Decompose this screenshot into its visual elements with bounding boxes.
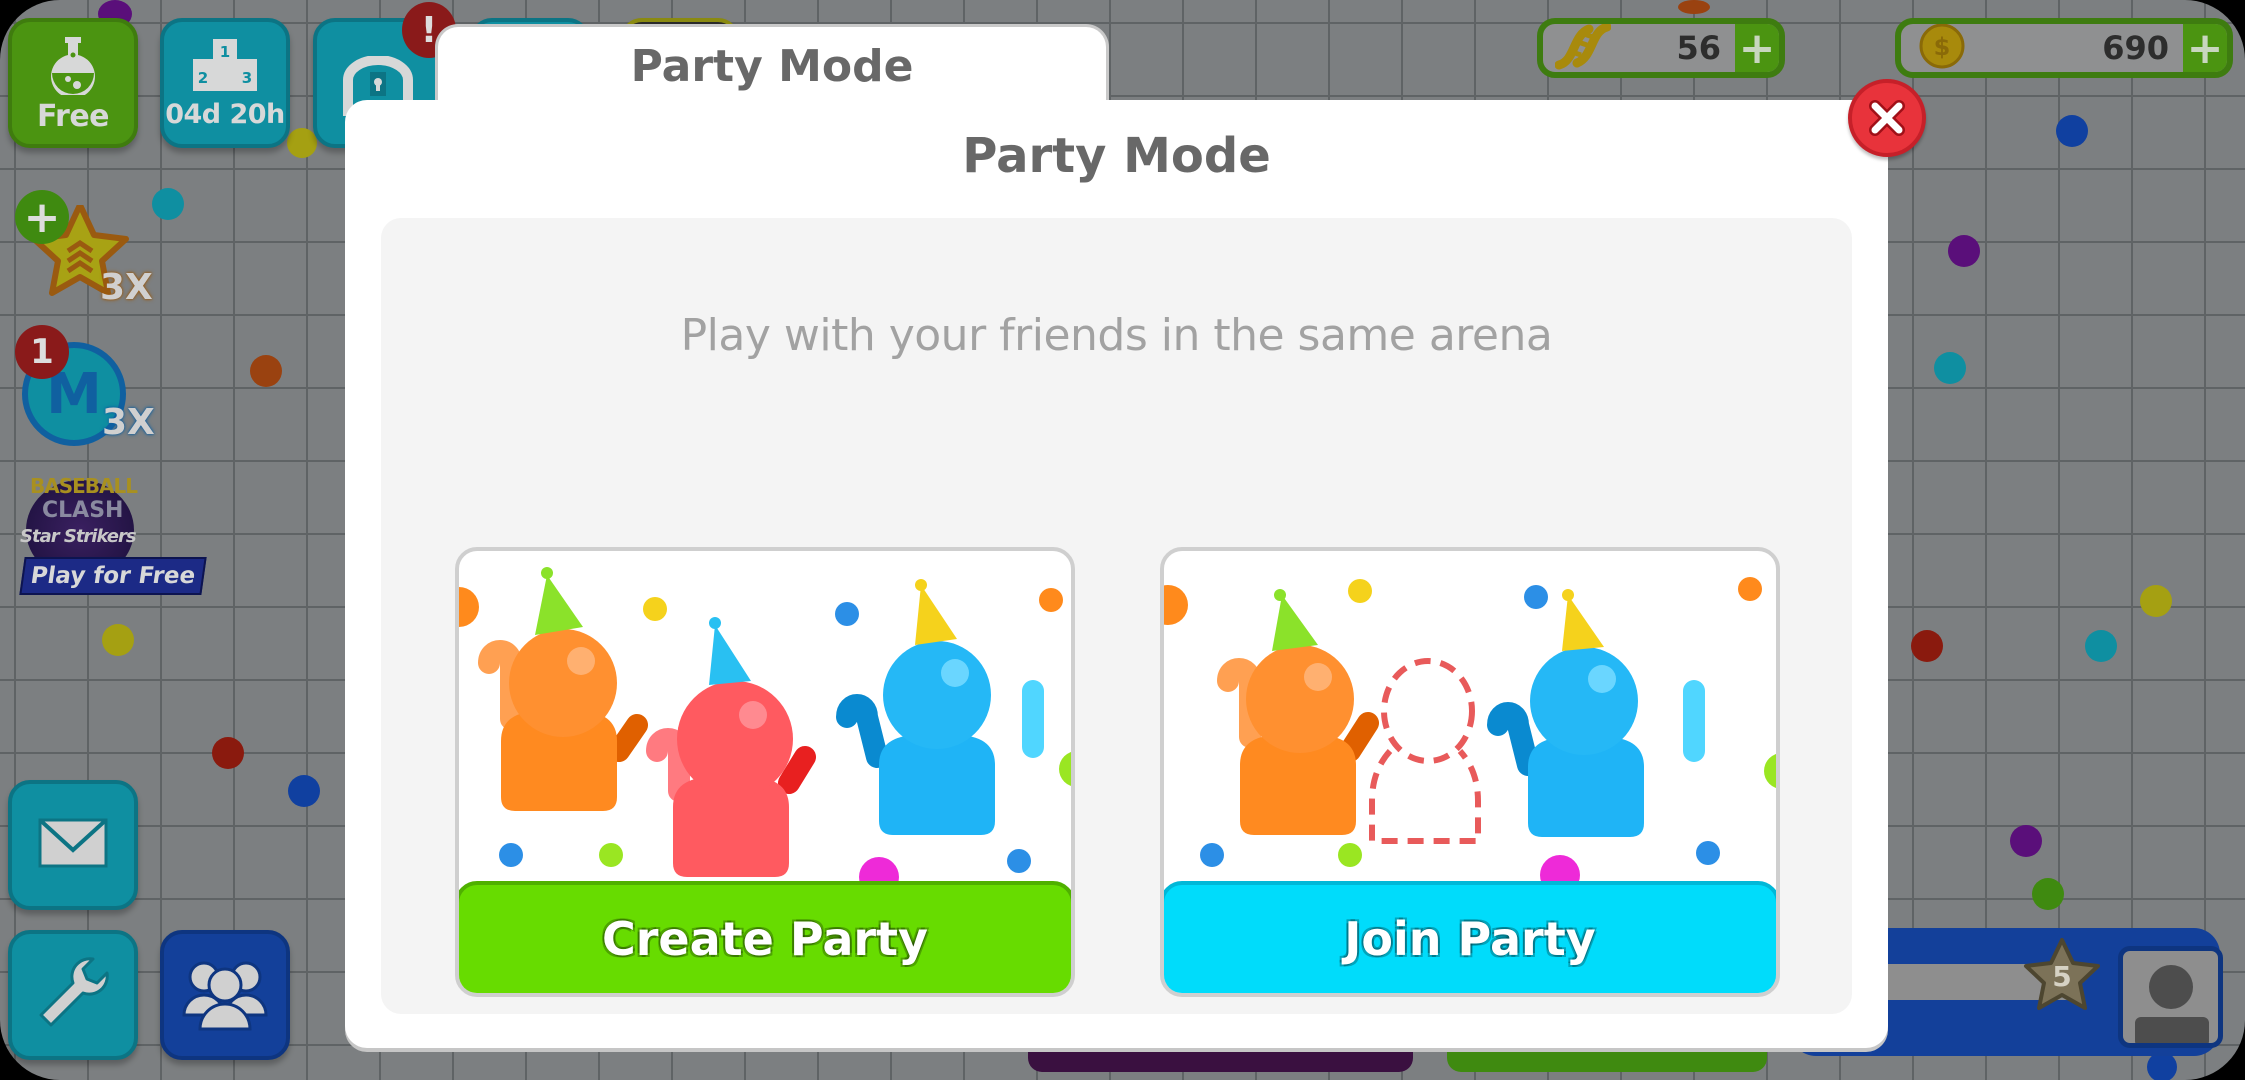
dna-counter: 56 + bbox=[1537, 18, 1785, 78]
blue-player bbox=[836, 579, 1044, 835]
tab-join bbox=[438, 96, 1106, 108]
red-player bbox=[646, 617, 816, 877]
dna-icon bbox=[1554, 24, 1612, 72]
avatar[interactable] bbox=[2118, 946, 2223, 1048]
pellet bbox=[287, 128, 317, 158]
pellet bbox=[2147, 1052, 2177, 1080]
leaderboard-button[interactable]: 12 3 04d 20h bbox=[160, 18, 290, 148]
pellet bbox=[1934, 352, 1966, 384]
tab-title: Party Mode bbox=[630, 41, 914, 92]
mail-icon bbox=[37, 817, 109, 873]
group-icon bbox=[180, 955, 270, 1035]
party-illustration-empty-slot bbox=[1164, 577, 1776, 891]
xp-multiplier: 3X bbox=[100, 267, 153, 308]
mass-multiplier: 3X bbox=[102, 402, 155, 443]
pellet bbox=[250, 355, 282, 387]
pellet bbox=[2085, 630, 2117, 662]
pellet bbox=[1911, 630, 1943, 662]
pellet bbox=[102, 624, 134, 656]
ad-line-3: Star Strikers bbox=[20, 526, 137, 547]
xp-add-badge[interactable]: + bbox=[15, 190, 69, 244]
pellet bbox=[2010, 825, 2042, 857]
coin-icon: $ bbox=[1919, 24, 1965, 72]
join-party-button[interactable]: Join Party bbox=[1164, 881, 1776, 993]
create-party-button[interactable]: Create Party bbox=[459, 881, 1071, 993]
close-icon bbox=[1869, 100, 1905, 136]
ad-line-1: BASEBALL bbox=[30, 474, 138, 498]
settings-button[interactable] bbox=[8, 930, 138, 1060]
pellet bbox=[1948, 235, 1980, 267]
party-illustration-three-players bbox=[459, 567, 1071, 891]
pellet bbox=[2140, 585, 2172, 617]
friends-button[interactable] bbox=[160, 930, 290, 1060]
join-party-card[interactable]: Join Party bbox=[1160, 547, 1780, 997]
coin-counter: $ 690 + bbox=[1895, 18, 2233, 78]
free-label: Free bbox=[36, 98, 110, 134]
flask-icon bbox=[43, 33, 103, 99]
party-mode-dialog: Party Mode Play with your friends in the… bbox=[345, 100, 1888, 1048]
podium-digit-1: 1 bbox=[220, 43, 230, 61]
empty-slot-outline-icon bbox=[1369, 658, 1481, 844]
pellet bbox=[288, 775, 320, 807]
game-screen: Free 123 04d 20h ! 56 + $ 690 + 3X + M 3… bbox=[0, 0, 2245, 1080]
pellet bbox=[212, 737, 244, 769]
blue-player bbox=[1487, 589, 1705, 837]
dna-value: 56 bbox=[1676, 29, 1721, 67]
leaderboard-timer: 04d 20h bbox=[165, 98, 285, 130]
close-button[interactable] bbox=[1848, 79, 1926, 157]
create-party-card[interactable]: Create Party bbox=[455, 547, 1075, 997]
ad-line-2: CLASH bbox=[42, 498, 124, 523]
level-star: 5 bbox=[2020, 936, 2104, 1020]
orange-player bbox=[1217, 589, 1379, 835]
avatar-placeholder-icon bbox=[2135, 965, 2209, 1043]
add-coins-button[interactable]: + bbox=[2183, 24, 2227, 72]
add-dna-button[interactable]: + bbox=[1735, 24, 1779, 72]
pellet bbox=[2056, 115, 2088, 147]
podium-icon: 12 3 bbox=[189, 37, 261, 99]
free-reward-button[interactable]: Free bbox=[8, 18, 138, 148]
coin-value: 690 bbox=[2102, 29, 2169, 67]
player-level: 5 bbox=[2052, 960, 2072, 993]
podium-digit-3: 3 bbox=[242, 69, 252, 87]
orange-player bbox=[478, 567, 648, 811]
svg-text:$: $ bbox=[1934, 33, 1951, 61]
pellet bbox=[2032, 878, 2064, 910]
dialog-subtitle: Play with your friends in the same arena bbox=[680, 310, 1553, 361]
wrench-icon bbox=[33, 953, 113, 1037]
mail-button[interactable] bbox=[8, 780, 138, 910]
pellet bbox=[1678, 0, 1710, 14]
dialog-content-panel: Play with your friends in the same arena bbox=[381, 218, 1852, 1014]
podium-digit-2: 2 bbox=[198, 69, 208, 87]
dialog-title: Party Mode bbox=[962, 128, 1271, 184]
play-for-free-button[interactable]: Play for Free bbox=[19, 557, 207, 595]
mass-count-badge: 1 bbox=[15, 325, 69, 379]
